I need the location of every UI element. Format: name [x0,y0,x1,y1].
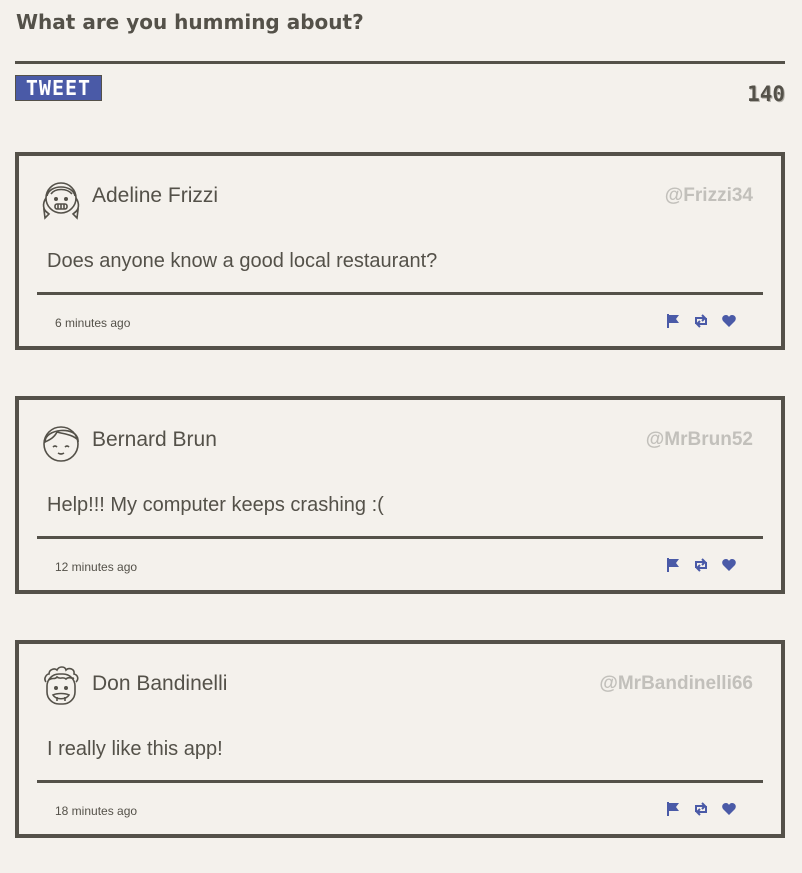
heart-icon[interactable] [721,313,737,329]
timestamp: 6 minutes ago [55,316,131,330]
user-name[interactable]: Bernard Brun [92,428,217,452]
tweet-actions [665,557,737,573]
flag-icon[interactable] [665,313,681,329]
character-counter: 140 [747,82,785,106]
tweet-card: Adeline Frizzi @Frizzi34 Does anyone kno… [15,152,785,350]
tweet-text: I really like this app! [47,738,223,760]
retweet-icon[interactable] [693,557,709,573]
boy-avatar-icon [39,420,83,466]
user-handle[interactable]: @Frizzi34 [665,185,753,207]
tweet-actions [665,313,737,329]
timestamp: 12 minutes ago [55,560,138,574]
card-divider [37,292,763,295]
tweet-text: Help!!! My computer keeps crashing :( [47,494,384,516]
compose-divider [15,61,785,64]
tweet-card: Don Bandinelli @MrBandinelli66 I really … [15,640,785,838]
retweet-icon[interactable] [693,801,709,817]
tweet-button[interactable]: TWEET [15,75,102,101]
timestamp: 18 minutes ago [55,804,138,818]
heart-icon[interactable] [721,801,737,817]
girl-avatar-icon [39,176,83,222]
tweet-card: Bernard Brun @MrBrun52 Help!!! My comput… [15,396,785,594]
retweet-icon[interactable] [693,313,709,329]
flag-icon[interactable] [665,801,681,817]
flag-icon[interactable] [665,557,681,573]
user-handle[interactable]: @MrBrun52 [646,429,753,451]
tweet-text: Does anyone know a good local restaurant… [47,250,438,272]
heart-icon[interactable] [721,557,737,573]
compose-label[interactable]: What are you humming about? [16,10,364,34]
card-divider [37,780,763,783]
user-name[interactable]: Don Bandinelli [92,672,227,696]
user-handle[interactable]: @MrBandinelli66 [599,673,753,695]
tweet-actions [665,801,737,817]
card-divider [37,536,763,539]
user-name[interactable]: Adeline Frizzi [92,184,218,208]
curly-hair-avatar-icon [39,664,83,710]
